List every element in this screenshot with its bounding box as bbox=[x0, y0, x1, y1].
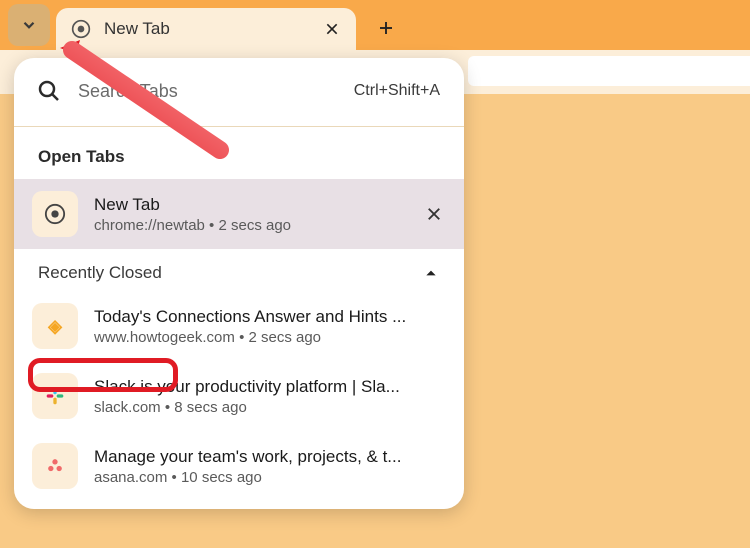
close-icon bbox=[324, 21, 340, 37]
close-tab-button[interactable] bbox=[322, 19, 342, 39]
open-tab-item[interactable]: New Tab chrome://newtab • 2 secs ago bbox=[14, 179, 464, 249]
close-item-button[interactable] bbox=[422, 202, 446, 226]
recently-closed-label: Recently Closed bbox=[38, 263, 162, 283]
open-tabs-heading: Open Tabs bbox=[14, 127, 464, 179]
favicon-box bbox=[32, 373, 78, 419]
recently-closed-item[interactable]: ◈ Today's Connections Answer and Hints .… bbox=[14, 291, 464, 361]
item-text: New Tab chrome://newtab • 2 secs ago bbox=[94, 195, 406, 234]
item-text: Today's Connections Answer and Hints ...… bbox=[94, 307, 446, 346]
chrome-icon bbox=[44, 203, 66, 225]
item-subtitle: www.howtogeek.com • 2 secs ago bbox=[94, 329, 446, 346]
tab-strip: New Tab bbox=[0, 0, 750, 50]
new-tab-button[interactable] bbox=[366, 8, 406, 48]
close-icon bbox=[425, 205, 443, 223]
collapse-toggle[interactable] bbox=[422, 264, 440, 282]
item-title: Today's Connections Answer and Hints ... bbox=[94, 307, 446, 327]
item-text: Manage your team's work, projects, & t..… bbox=[94, 447, 446, 486]
tab-search-panel: Ctrl+Shift+A Open Tabs New Tab chrome://… bbox=[14, 58, 464, 509]
recently-closed-header[interactable]: Recently Closed bbox=[14, 257, 464, 291]
chrome-icon bbox=[70, 18, 92, 40]
chevron-down-icon bbox=[20, 16, 38, 34]
item-text: Slack is your productivity platform | Sl… bbox=[94, 377, 446, 416]
tab-search-button[interactable] bbox=[8, 4, 50, 46]
favicon-box: ◈ bbox=[32, 303, 78, 349]
howtogeek-icon: ◈ bbox=[48, 316, 62, 337]
plus-icon bbox=[377, 19, 395, 37]
item-title: Slack is your productivity platform | Sl… bbox=[94, 377, 446, 397]
asana-icon bbox=[45, 456, 65, 476]
search-shortcut: Ctrl+Shift+A bbox=[354, 82, 440, 100]
search-row: Ctrl+Shift+A bbox=[14, 58, 464, 126]
favicon-box bbox=[32, 443, 78, 489]
tab-title: New Tab bbox=[104, 19, 322, 39]
item-subtitle: slack.com • 8 secs ago bbox=[94, 399, 446, 416]
browser-tab[interactable]: New Tab bbox=[56, 8, 356, 50]
recently-closed-item[interactable]: Slack is your productivity platform | Sl… bbox=[14, 361, 464, 431]
item-title: Manage your team's work, projects, & t..… bbox=[94, 447, 446, 467]
item-subtitle: chrome://newtab • 2 secs ago bbox=[94, 217, 406, 234]
favicon-box bbox=[32, 191, 78, 237]
search-icon bbox=[36, 78, 62, 104]
chevron-up-icon bbox=[424, 266, 438, 280]
recently-closed-item[interactable]: Manage your team's work, projects, & t..… bbox=[14, 431, 464, 509]
search-input[interactable] bbox=[78, 81, 354, 102]
item-subtitle: asana.com • 10 secs ago bbox=[94, 469, 446, 486]
item-title: New Tab bbox=[94, 195, 406, 215]
slack-icon bbox=[45, 386, 65, 406]
